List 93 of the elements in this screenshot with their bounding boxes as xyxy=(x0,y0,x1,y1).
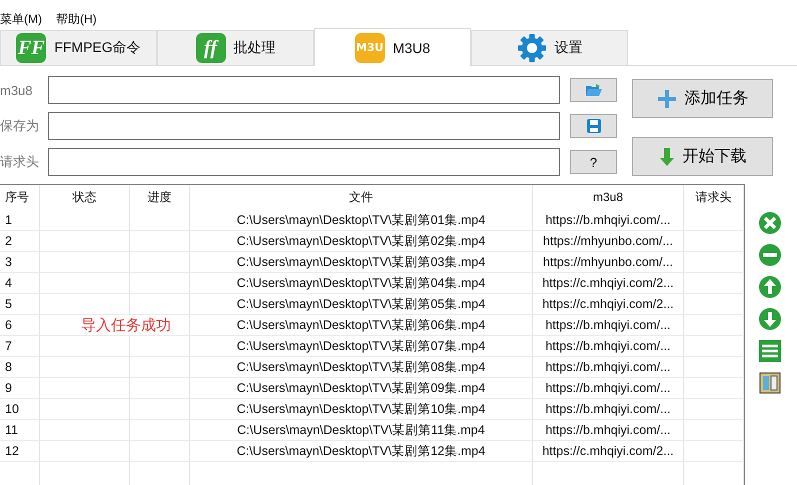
status-message: 导入任务成功 xyxy=(81,317,171,334)
menu-item[interactable]: 帮助(H) xyxy=(56,10,97,28)
table-cell xyxy=(130,210,190,231)
down-arrow-icon xyxy=(658,146,674,166)
table-cell: https://b.mhqiyi.com/... xyxy=(533,357,684,378)
table-cell xyxy=(684,273,744,294)
table-cell xyxy=(684,420,744,441)
table-cell xyxy=(130,420,190,441)
help-button[interactable]: ? xyxy=(570,150,617,174)
table-cell: C:\Users\mayn\Desktop\TV\某剧第03集.mp4 xyxy=(190,252,533,273)
table-cell: 8 xyxy=(0,357,40,378)
input-field[interactable] xyxy=(48,76,560,104)
save-button[interactable] xyxy=(570,114,617,138)
table-cell: 11 xyxy=(0,420,40,441)
table-cell xyxy=(684,294,744,315)
start-download-button[interactable]: 开始下载 xyxy=(632,137,773,176)
table-cell xyxy=(684,231,744,252)
table-cell xyxy=(684,210,744,231)
settings-icon xyxy=(516,33,546,63)
table-cell: https://b.mhqiyi.com/... xyxy=(533,420,684,441)
table-cell: C:\Users\mayn\Desktop\TV\某剧第08集.mp4 xyxy=(190,357,533,378)
table-cell: 1 xyxy=(0,210,40,231)
input-field[interactable] xyxy=(48,148,560,176)
folder-icon xyxy=(584,83,602,97)
table-cell xyxy=(684,336,744,357)
close-icon[interactable] xyxy=(758,211,782,235)
table-cell: C:\Users\mayn\Desktop\TV\某剧第05集.mp4 xyxy=(190,294,533,315)
table-cell xyxy=(130,231,190,252)
table-cell: https://b.mhqiyi.com/... xyxy=(533,210,684,231)
playlist-logo-icon: M3U xyxy=(354,32,385,62)
column-header[interactable]: 文件 xyxy=(190,185,533,210)
table-cell: C:\Users\mayn\Desktop\TV\某剧第10集.mp4 xyxy=(190,399,533,420)
table-cell xyxy=(130,252,190,273)
table-cell xyxy=(130,273,190,294)
table-cell xyxy=(684,399,744,420)
table-cell xyxy=(684,315,744,336)
table-cell xyxy=(130,357,190,378)
table-cell: C:\Users\mayn\Desktop\TV\某剧第04集.mp4 xyxy=(190,273,533,294)
table-cell xyxy=(130,441,190,462)
app-logo-icon: FF xyxy=(16,33,46,63)
save-icon xyxy=(586,118,602,134)
table-cell: C:\Users\mayn\Desktop\TV\某剧第12集.mp4 xyxy=(190,441,533,462)
plus-icon xyxy=(656,88,676,108)
menu-item[interactable]: 菜单(M) xyxy=(0,10,42,28)
field-label: m3u8 xyxy=(0,82,34,98)
table-cell: C:\Users\mayn\Desktop\TV\某剧第02集.mp4 xyxy=(190,231,533,252)
table-cell: https://c.mhqiyi.com/2... xyxy=(533,294,684,315)
table-cell: 12 xyxy=(0,441,40,462)
column-header[interactable]: 进度 xyxy=(130,185,190,210)
table-cell: 3 xyxy=(0,252,40,273)
table-cell: 2 xyxy=(0,231,40,252)
table-cell xyxy=(684,357,744,378)
table-cell: 4 xyxy=(0,273,40,294)
table-cell xyxy=(130,399,190,420)
table-cell: 6 xyxy=(0,315,40,336)
book-icon[interactable] xyxy=(758,371,782,395)
table-cell xyxy=(684,252,744,273)
table-cell: https://mhyunbo.com/... xyxy=(533,252,684,273)
minus-icon[interactable] xyxy=(758,243,782,267)
table-cell: 7 xyxy=(0,336,40,357)
table-cell: https://mhyunbo.com/... xyxy=(533,231,684,252)
table-cell: https://c.mhqiyi.com/2... xyxy=(533,273,684,294)
input-field[interactable] xyxy=(48,112,560,140)
add-task-button[interactable]: 添加任务 xyxy=(632,79,773,118)
table-cell: https://b.mhqiyi.com/... xyxy=(533,399,684,420)
table-cell: C:\Users\mayn\Desktop\TV\某剧第01集.mp4 xyxy=(190,210,533,231)
table-cell: C:\Users\mayn\Desktop\TV\某剧第06集.mp4 xyxy=(190,315,533,336)
list-icon[interactable] xyxy=(758,339,782,363)
column-header[interactable]: m3u8 xyxy=(533,185,684,210)
field-label: 保存为 xyxy=(0,117,40,135)
table-cell: https://b.mhqiyi.com/... xyxy=(533,315,684,336)
open-folder-button[interactable] xyxy=(570,78,617,102)
table-cell xyxy=(130,378,190,399)
column-header[interactable]: 状态 xyxy=(40,185,130,210)
table-cell: 10 xyxy=(0,399,40,420)
table-cell xyxy=(684,441,744,462)
table-cell: https://b.mhqiyi.com/... xyxy=(533,378,684,399)
table-cell: C:\Users\mayn\Desktop\TV\某剧第09集.mp4 xyxy=(190,378,533,399)
tab[interactable]: 设置 xyxy=(471,30,628,65)
table-cell xyxy=(684,378,744,399)
column-header[interactable]: 请求头 xyxy=(684,185,744,210)
table-cell: C:\Users\mayn\Desktop\TV\某剧第11集.mp4 xyxy=(190,420,533,441)
table-cell: https://c.mhqiyi.com/2... xyxy=(533,441,684,462)
field-label: 请求头 xyxy=(0,153,40,171)
table-cell: 5 xyxy=(0,294,40,315)
app-logo-icon: ff xyxy=(196,33,226,63)
table-cell: https://b.mhqiyi.com/... xyxy=(533,336,684,357)
table-cell: C:\Users\mayn\Desktop\TV\某剧第07集.mp4 xyxy=(190,336,533,357)
column-header[interactable]: 序号 xyxy=(0,185,40,210)
table-cell: 9 xyxy=(0,378,40,399)
tab[interactable]: FF FFMPEG命令 xyxy=(0,30,157,65)
tab[interactable]: M3U M3U8 xyxy=(314,28,471,66)
tab[interactable]: ff 批处理 xyxy=(157,30,314,65)
